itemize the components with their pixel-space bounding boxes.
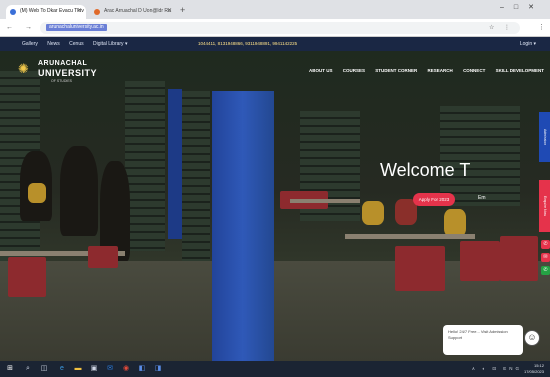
red-chair bbox=[460, 241, 500, 281]
phone-icon[interactable]: ✆ bbox=[541, 240, 550, 249]
top-links: Gallery News Cenus Digital Library ▾ bbox=[22, 41, 135, 47]
nav-research[interactable]: RESEARCH bbox=[428, 68, 453, 73]
mail-app-icon[interactable]: ✉ bbox=[106, 365, 114, 373]
edge-icon[interactable]: e bbox=[58, 365, 66, 373]
student bbox=[60, 146, 98, 236]
bookshelf bbox=[440, 106, 520, 206]
tab-title: (M) Web To Dkar Evacu Tkrv bbox=[20, 8, 84, 14]
store-icon[interactable]: ▣ bbox=[90, 365, 98, 373]
bookshelf bbox=[182, 91, 210, 271]
new-tab-icon[interactable]: + bbox=[180, 5, 185, 15]
tab-favicon-icon bbox=[10, 9, 16, 15]
whatsapp-icon[interactable]: ✆ bbox=[541, 266, 550, 275]
chat-avatar-icon[interactable]: ☺ bbox=[524, 330, 540, 346]
nav-connect[interactable]: CONNECT bbox=[463, 68, 485, 73]
taskbar: ⊞ ⌕ ◫ e ▬ ▣ ✉ ◉ ◧ ◨ ∧ ◐ ⊡ ENG 15:12 17/0… bbox=[0, 361, 550, 377]
red-chair bbox=[500, 236, 538, 281]
app-icon[interactable]: ◧ bbox=[138, 365, 146, 373]
admission-side-tab[interactable]: Admission bbox=[539, 112, 550, 162]
top-link-gallery[interactable]: Gallery bbox=[22, 41, 38, 47]
bookmark-star-icon[interactable]: ☆ ⋮ bbox=[489, 24, 514, 31]
nav-courses[interactable]: COURSES bbox=[343, 68, 365, 73]
clock[interactable]: 15:12 17/05/2023 bbox=[524, 363, 544, 374]
tab-favicon-icon bbox=[94, 9, 100, 15]
nav-student-corner[interactable]: STUDENT CORNER bbox=[375, 68, 417, 73]
logo-line3: OF STUDIES bbox=[51, 79, 73, 83]
chat-bubble[interactable]: Hello! 24/7 Free... Visit Admission Supp… bbox=[443, 325, 523, 355]
omnibox[interactable]: arunachaluniversity.ac.in ☆ ⋮ bbox=[40, 22, 520, 34]
hero-heading: Welcome T bbox=[380, 160, 471, 180]
secondary-button[interactable]: Em bbox=[478, 195, 486, 201]
file-explorer-icon[interactable]: ▬ bbox=[74, 365, 82, 373]
url-text[interactable]: arunachaluniversity.ac.in bbox=[46, 24, 107, 31]
search-icon[interactable]: ⌕ bbox=[24, 365, 32, 373]
browser-tab-strip: (M) Web To Dkar Evacu Tkrv ✕ Arac Arruac… bbox=[0, 0, 550, 19]
chrome-icon[interactable]: ◉ bbox=[122, 365, 130, 373]
nav-about-us[interactable]: ABOUT US bbox=[309, 68, 333, 73]
site-topbar: Gallery News Cenus Digital Library ▾ 104… bbox=[0, 37, 550, 51]
logo-line1: ARUNACHAL bbox=[38, 60, 88, 67]
system-tray[interactable]: ∧ ◐ ⊡ ENG bbox=[472, 366, 522, 372]
library-table bbox=[345, 234, 475, 239]
top-link-cenus[interactable]: Cenus bbox=[69, 41, 83, 47]
logo-line2: UNIVERSITY bbox=[38, 68, 98, 78]
red-chair bbox=[8, 257, 46, 297]
hero-banner bbox=[0, 51, 550, 361]
blue-pillar bbox=[168, 89, 182, 239]
red-chair bbox=[88, 246, 118, 268]
student bbox=[28, 183, 46, 203]
red-chair bbox=[395, 246, 445, 291]
windows-start-icon[interactable]: ⊞ bbox=[6, 365, 14, 373]
blue-pillar bbox=[212, 91, 274, 361]
close-tab-icon[interactable]: ✕ bbox=[167, 7, 172, 14]
top-link-digital-library[interactable]: Digital Library ▾ bbox=[93, 41, 127, 47]
emblem-icon: ✺ bbox=[18, 61, 29, 76]
main-nav: ABOUT US COURSES STUDENT CORNER RESEARCH… bbox=[300, 68, 544, 73]
library-table bbox=[290, 199, 360, 203]
profile-icon[interactable]: ⋮ bbox=[538, 23, 545, 31]
browser-tab[interactable]: Arac Arruachal D Uon@ldr Ru ✕ bbox=[90, 5, 176, 19]
tab-title: Arac Arruachal D Uon@ldr Ru bbox=[104, 8, 171, 14]
enquire-side-tab[interactable]: Enquire Now bbox=[539, 180, 550, 232]
student bbox=[444, 209, 466, 237]
app-icon[interactable]: ◨ bbox=[154, 365, 162, 373]
address-bar: ← → ⟳ arunachaluniversity.ac.in ☆ ⋮ ⋮ bbox=[0, 19, 550, 37]
contact-phones: 1044411, 8131948866, 9311948891, 9941142… bbox=[198, 41, 298, 46]
browser-tab-active[interactable]: (M) Web To Dkar Evacu Tkrv ✕ bbox=[6, 5, 86, 19]
student bbox=[362, 201, 384, 225]
mail-icon[interactable]: ✉ bbox=[541, 253, 550, 262]
window-controls[interactable]: –□✕ bbox=[500, 3, 544, 11]
top-link-news[interactable]: News bbox=[47, 41, 60, 47]
nav-skill-development[interactable]: SKILL DEVELOPMENT bbox=[496, 68, 544, 73]
clock-date: 17/05/2023 bbox=[523, 368, 544, 374]
close-tab-icon[interactable]: ✕ bbox=[77, 7, 82, 14]
bookshelf bbox=[125, 81, 165, 251]
task-view-icon[interactable]: ◫ bbox=[40, 365, 48, 373]
university-logo[interactable]: ✺ ARUNACHAL UNIVERSITY OF STUDIES bbox=[18, 58, 98, 92]
apply-button[interactable]: Apply For 2023 bbox=[413, 193, 455, 206]
login-button[interactable]: Login ▾ bbox=[520, 41, 536, 47]
